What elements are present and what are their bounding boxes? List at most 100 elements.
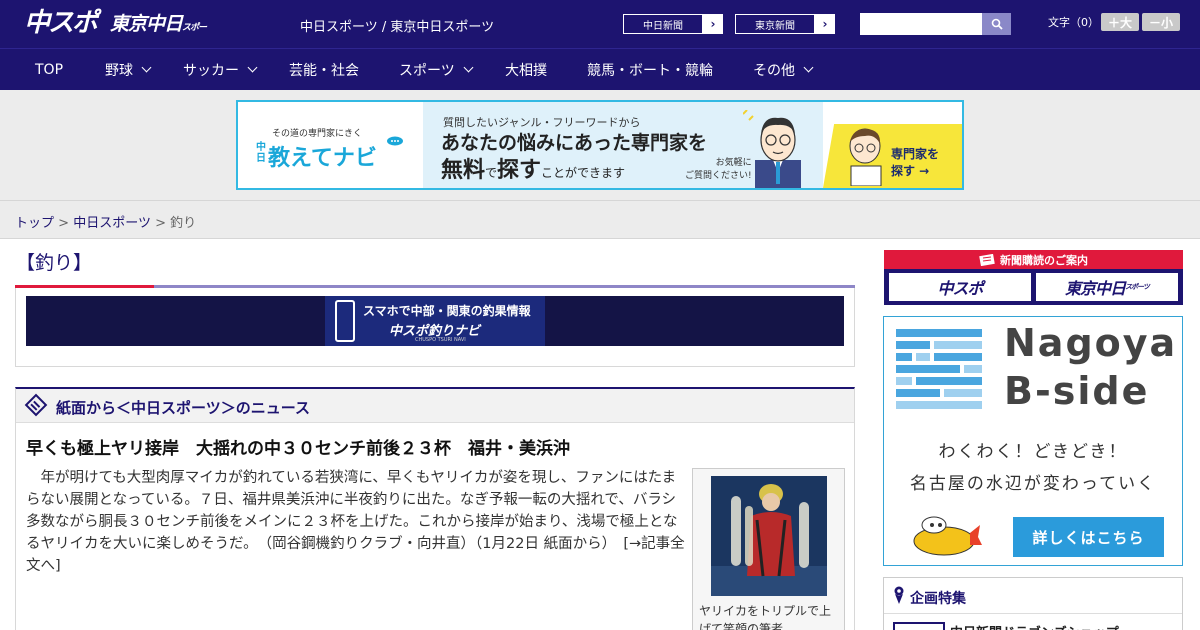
- advisor-illustration: [743, 110, 801, 188]
- news-section-header: 紙面から＜中日スポーツ＞のニュース: [16, 389, 854, 423]
- ad-search: 探す: [497, 158, 542, 183]
- nav-item-top[interactable]: TOP: [35, 49, 63, 90]
- nav-item-racing[interactable]: 競馬・ボート・競輪: [587, 49, 713, 90]
- search-input[interactable]: [860, 13, 982, 35]
- subscription-box[interactable]: 新聞購読のご案内 中スポ 東京中日 スポーツ: [884, 250, 1183, 305]
- ad-line3: 無料で探すことができます: [441, 152, 625, 184]
- newspaper-icon: [979, 253, 995, 266]
- brick-wall-graphic: [896, 329, 982, 413]
- article-photo[interactable]: [711, 476, 827, 596]
- nav-label: スポーツ: [399, 62, 455, 79]
- smartphone-icon: [335, 300, 355, 342]
- nav-label: 野球: [105, 62, 133, 79]
- tokyo-shimbun-button[interactable]: 東京新聞 ›: [734, 13, 836, 35]
- ebi-fry-mascot-illustration: [913, 516, 982, 556]
- ad-tail: ことができます: [541, 166, 626, 180]
- nav-item-entertainment[interactable]: 芸能・社会: [289, 49, 359, 90]
- oshiete-navi-ad[interactable]: その道の専門家にきく 中日 教えてナビ 質問したいジャンル・フリーワードから あ…: [236, 100, 964, 190]
- nav-item-baseball[interactable]: 野球: [105, 49, 152, 90]
- nav-item-sumo[interactable]: 大相撲: [505, 49, 547, 90]
- font-size-label: 文字（0）: [1048, 16, 1099, 29]
- feature-header: 企画特集: [884, 578, 1182, 614]
- ribbon-icon: [894, 586, 904, 604]
- ad-line2: あなたの悩みにあった専門家を: [441, 132, 708, 154]
- nagoya-b-side-ad[interactable]: Nagoya B-side わくわく！どきどき！ 名古屋の水辺が変わっていく 詳…: [883, 316, 1183, 566]
- font-size-up-button[interactable]: ＋大: [1101, 13, 1139, 31]
- feature-item-link[interactable]: 中日新聞ドラゴンズショップ: [950, 622, 1119, 630]
- nav-label: その他: [753, 62, 795, 79]
- subscription-title-text: 新聞購読のご案内: [1000, 253, 1088, 267]
- ad-free: 無料: [441, 158, 486, 183]
- ad-cta-panel[interactable]: 専門家を 探す →: [823, 124, 962, 188]
- breadcrumb-separator: >: [58, 216, 70, 231]
- chevron-right-icon: ›: [710, 17, 716, 31]
- ad-brand-prefix: 中日: [256, 142, 266, 164]
- nav-label: 大相撲: [505, 62, 547, 79]
- nav-label: 競馬・ボート・競輪: [587, 62, 713, 79]
- nav-item-sports[interactable]: スポーツ: [399, 49, 474, 90]
- nav-item-soccer[interactable]: サッカー: [183, 49, 258, 90]
- ad-cta-text: 専門家を 探す →: [891, 147, 940, 178]
- tokyo-chunichi-subscribe-logo[interactable]: 東京中日 スポーツ: [1036, 273, 1178, 301]
- page-title: 【釣り】: [16, 252, 93, 274]
- ext-button-label: 中日新聞: [623, 14, 703, 34]
- nagoya-catch1: わくわく！どきどき！: [938, 442, 1128, 462]
- nav-label: TOP: [35, 61, 64, 78]
- chevron-right-icon: ›: [822, 17, 828, 31]
- breadcrumb-link-top[interactable]: トップ: [15, 216, 54, 231]
- ad-tagline: その道の専門家にきく: [272, 129, 363, 139]
- newspaper-icon: [24, 393, 48, 417]
- site-header: 中スポ 東京中日スポーツ 中日スポーツ / 東京中日スポーツ 中日新聞 › 東京…: [0, 0, 1200, 65]
- site-links[interactable]: 中日スポーツ / 東京中日スポーツ: [300, 16, 494, 35]
- article-photo-box: ヤリイカをトリプルで上げて笑顔の筆者: [692, 468, 845, 630]
- tsuri-navi-banner[interactable]: スマホで中部・関東の釣果情報 中スポ釣りナビ CHUSPO TSURI NAVI: [26, 296, 844, 346]
- photo-caption: ヤリイカをトリプルで上げて笑顔の筆者: [699, 604, 832, 630]
- ad-cta: 専門家を 探す →: [891, 146, 939, 180]
- tokyo-logo-text: 東京中日: [110, 13, 183, 35]
- main-nav: TOP 野球 サッカー 芸能・社会 スポーツ 大相撲 競馬・ボート・競輪 その他: [0, 48, 1200, 90]
- nagoya-title-line2: B-side: [1004, 369, 1150, 413]
- article-title[interactable]: 早くも極上ヤリ接岸 大揺れの中３０センチ前後２３杯 福井・美浜沖: [26, 434, 570, 459]
- tsuri-navi-box: スマホで中部・関東の釣果情報 中スポ釣りナビ CHUSPO TSURI NAVI: [15, 288, 855, 367]
- nagoya-catch2: 名古屋の水辺が変わっていく: [909, 474, 1157, 494]
- breadcrumb-bar: トップ > 中日スポーツ > 釣り: [0, 200, 1200, 239]
- navi-line3: CHUSPO TSURI NAVI: [415, 337, 466, 343]
- font-size-down-button[interactable]: －小: [1142, 13, 1180, 31]
- chunichi-shimbun-button[interactable]: 中日新聞 ›: [622, 13, 724, 35]
- chevron-down-icon: [247, 62, 258, 73]
- chuspo-logo[interactable]: 中スポ: [24, 6, 102, 40]
- ad-note: お気軽に ご質問ください!: [685, 157, 752, 183]
- breadcrumb: トップ > 中日スポーツ > 釣り: [15, 212, 196, 231]
- ad-brand-panel: その道の専門家にきく 中日 教えてナビ: [238, 102, 423, 188]
- nav-label: サッカー: [183, 62, 239, 79]
- chevron-down-icon: [803, 62, 814, 73]
- details-button[interactable]: 詳しくはこちら: [1013, 517, 1164, 557]
- feature-thumbnail[interactable]: [893, 622, 945, 630]
- nav-label: 芸能・社会: [289, 62, 359, 79]
- ext-button-label: 東京新聞: [735, 14, 815, 34]
- search-button[interactable]: [982, 13, 1011, 35]
- news-section-title: 紙面から＜中日スポーツ＞のニュース: [56, 399, 310, 417]
- ad-zone: その道の専門家にきく 中日 教えてナビ 質問したいジャンル・フリーワードから あ…: [0, 90, 1200, 200]
- tsuri-navi-inner: スマホで中部・関東の釣果情報 中スポ釣りナビ CHUSPO TSURI NAVI: [325, 296, 545, 346]
- navi-line1: スマホで中部・関東の釣果情報: [363, 304, 531, 318]
- chuspo-subscribe-logo[interactable]: 中スポ: [889, 273, 1031, 301]
- ad-note-text: お気軽に ご質問ください!: [685, 158, 752, 181]
- search-icon: [991, 18, 1003, 30]
- feature-box: 企画特集 中日新聞ドラゴンズショップ: [883, 577, 1183, 630]
- feature-title: 企画特集: [910, 591, 966, 607]
- subscription-title: 新聞購読のご案内: [884, 250, 1183, 269]
- breadcrumb-link-chunichi-sports[interactable]: 中日スポーツ: [73, 216, 151, 231]
- ad-brand: 教えてナビ: [268, 146, 377, 171]
- news-section: 紙面から＜中日スポーツ＞のニュース 早くも極上ヤリ接岸 大揺れの中３０センチ前後…: [15, 387, 855, 630]
- sub-logo-small: スポーツ: [1125, 283, 1150, 291]
- breadcrumb-current: 釣り: [170, 216, 197, 231]
- chevron-down-icon: [141, 62, 152, 73]
- sub-logo-text: 東京中日: [1065, 279, 1126, 298]
- nav-item-other[interactable]: その他: [753, 49, 814, 90]
- speech-bubble-icon: [387, 136, 403, 146]
- breadcrumb-separator: >: [155, 216, 166, 231]
- article-summary[interactable]: 年が明けても大型肉厚マイカが釣れている若狭湾に、早くもヤリイカが姿を現し、ファン…: [26, 467, 686, 577]
- tokyo-chunichi-logo[interactable]: 東京中日スポーツ: [110, 10, 210, 65]
- ad-de: で: [485, 166, 498, 180]
